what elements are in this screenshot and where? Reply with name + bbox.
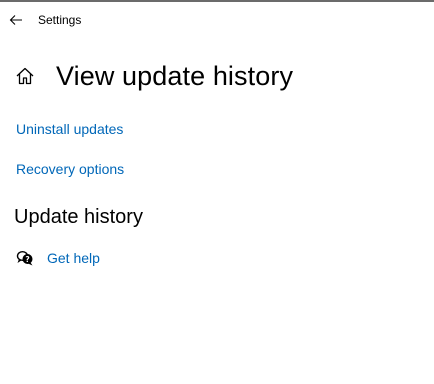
page-title: View update history <box>56 60 294 91</box>
svg-text:?: ? <box>25 255 29 264</box>
back-arrow-icon <box>9 13 23 27</box>
get-help-label: Get help <box>47 250 100 266</box>
home-icon[interactable] <box>14 65 36 87</box>
recovery-options-link[interactable]: Recovery options <box>16 161 124 177</box>
page-header: View update history <box>14 56 293 96</box>
uninstall-updates-link[interactable]: Uninstall updates <box>16 121 123 137</box>
back-button[interactable] <box>0 4 32 36</box>
help-chat-icon: ? <box>16 249 34 267</box>
update-history-heading: Update history <box>14 206 143 228</box>
app-title: Settings <box>38 12 82 27</box>
title-bar: Settings <box>0 2 434 38</box>
get-help-button[interactable]: ? Get help <box>16 248 100 268</box>
